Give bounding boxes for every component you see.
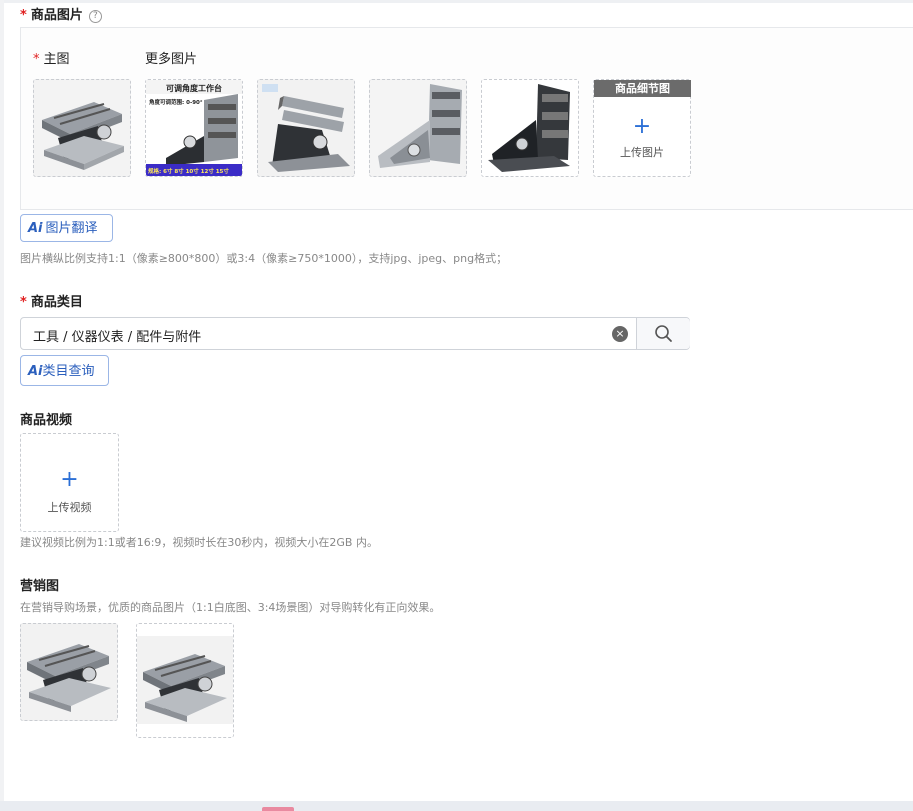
ai-icon: Ai: [28, 364, 43, 379]
thumb-subtitle-text: 角度可调范围: 0-90°: [149, 98, 203, 106]
scrollbar-thumb[interactable]: [262, 807, 294, 811]
upload-video-label: 上传视频: [47, 501, 92, 514]
required-mark: *: [33, 52, 40, 67]
more-image-thumb-3[interactable]: [369, 79, 467, 177]
thumb-title-text: 可调角度工作台: [166, 83, 222, 93]
main-image-label: * 主图: [33, 52, 70, 67]
ai-icon: Ai: [28, 221, 43, 236]
marketing-image-square[interactable]: [20, 623, 118, 721]
image-format-hint: 图片横纵比例支持1:1（像素≥800*800）或3:4（像素≥750*1000）…: [20, 252, 508, 265]
more-image-thumb-4[interactable]: [481, 79, 579, 177]
category-query-label: 类目查询: [42, 364, 95, 379]
required-mark: *: [20, 295, 27, 310]
video-hint: 建议视频比例为1:1或者16:9，视频时长在30秒内，视频大小在2GB 内。: [20, 536, 378, 549]
detail-image-tag: 商品细节图: [594, 80, 691, 97]
more-images-label: 更多图片: [145, 52, 198, 67]
plus-icon: +: [632, 114, 652, 139]
images-section-label: * 商品图片?: [20, 4, 102, 23]
plus-icon: +: [60, 467, 79, 492]
marketing-section-label: 营销图: [20, 579, 60, 594]
main-image-thumb[interactable]: [33, 79, 131, 177]
category-search-button[interactable]: [636, 318, 690, 349]
question-help-icon[interactable]: ?: [88, 10, 102, 23]
category-value: 工具 / 仪器仪表 / 配件与附件: [33, 330, 202, 345]
required-mark: *: [20, 8, 27, 23]
detail-image-upload[interactable]: 商品细节图 + 上传图片: [593, 79, 691, 177]
marketing-image-portrait[interactable]: [136, 623, 234, 738]
bottom-scrollbar[interactable]: [0, 801, 913, 811]
image-translate-button[interactable]: Ai 图片翻译: [20, 214, 113, 242]
left-divider: [0, 0, 4, 811]
upload-image-label: 上传图片: [620, 146, 664, 159]
video-upload[interactable]: + 上传视频: [20, 433, 119, 532]
image-translate-label: 图片翻译: [45, 221, 98, 236]
video-section-label: 商品视频: [20, 413, 73, 428]
clear-icon[interactable]: ×: [612, 326, 628, 342]
category-input[interactable]: 工具 / 仪器仪表 / 配件与附件 ×: [20, 317, 690, 350]
top-divider: [0, 0, 913, 3]
category-query-button[interactable]: Ai类目查询: [20, 355, 109, 386]
marketing-hint: 在营销导购场景，优质的商品图片（1:1白底图、3:4场景图）对导购转化有正向效果…: [20, 601, 441, 614]
thumb-banner-text: 规格: 6寸 8寸 10寸 12寸 15寸: [148, 167, 229, 175]
more-image-thumb-2[interactable]: [257, 79, 355, 177]
search-icon: [655, 325, 672, 342]
category-section-label: * 商品类目: [20, 295, 83, 310]
more-image-thumb-1[interactable]: 可调角度工作台 角度可调范围: 0-90° 规格: 6寸 8寸 10寸 12寸 …: [145, 79, 243, 177]
